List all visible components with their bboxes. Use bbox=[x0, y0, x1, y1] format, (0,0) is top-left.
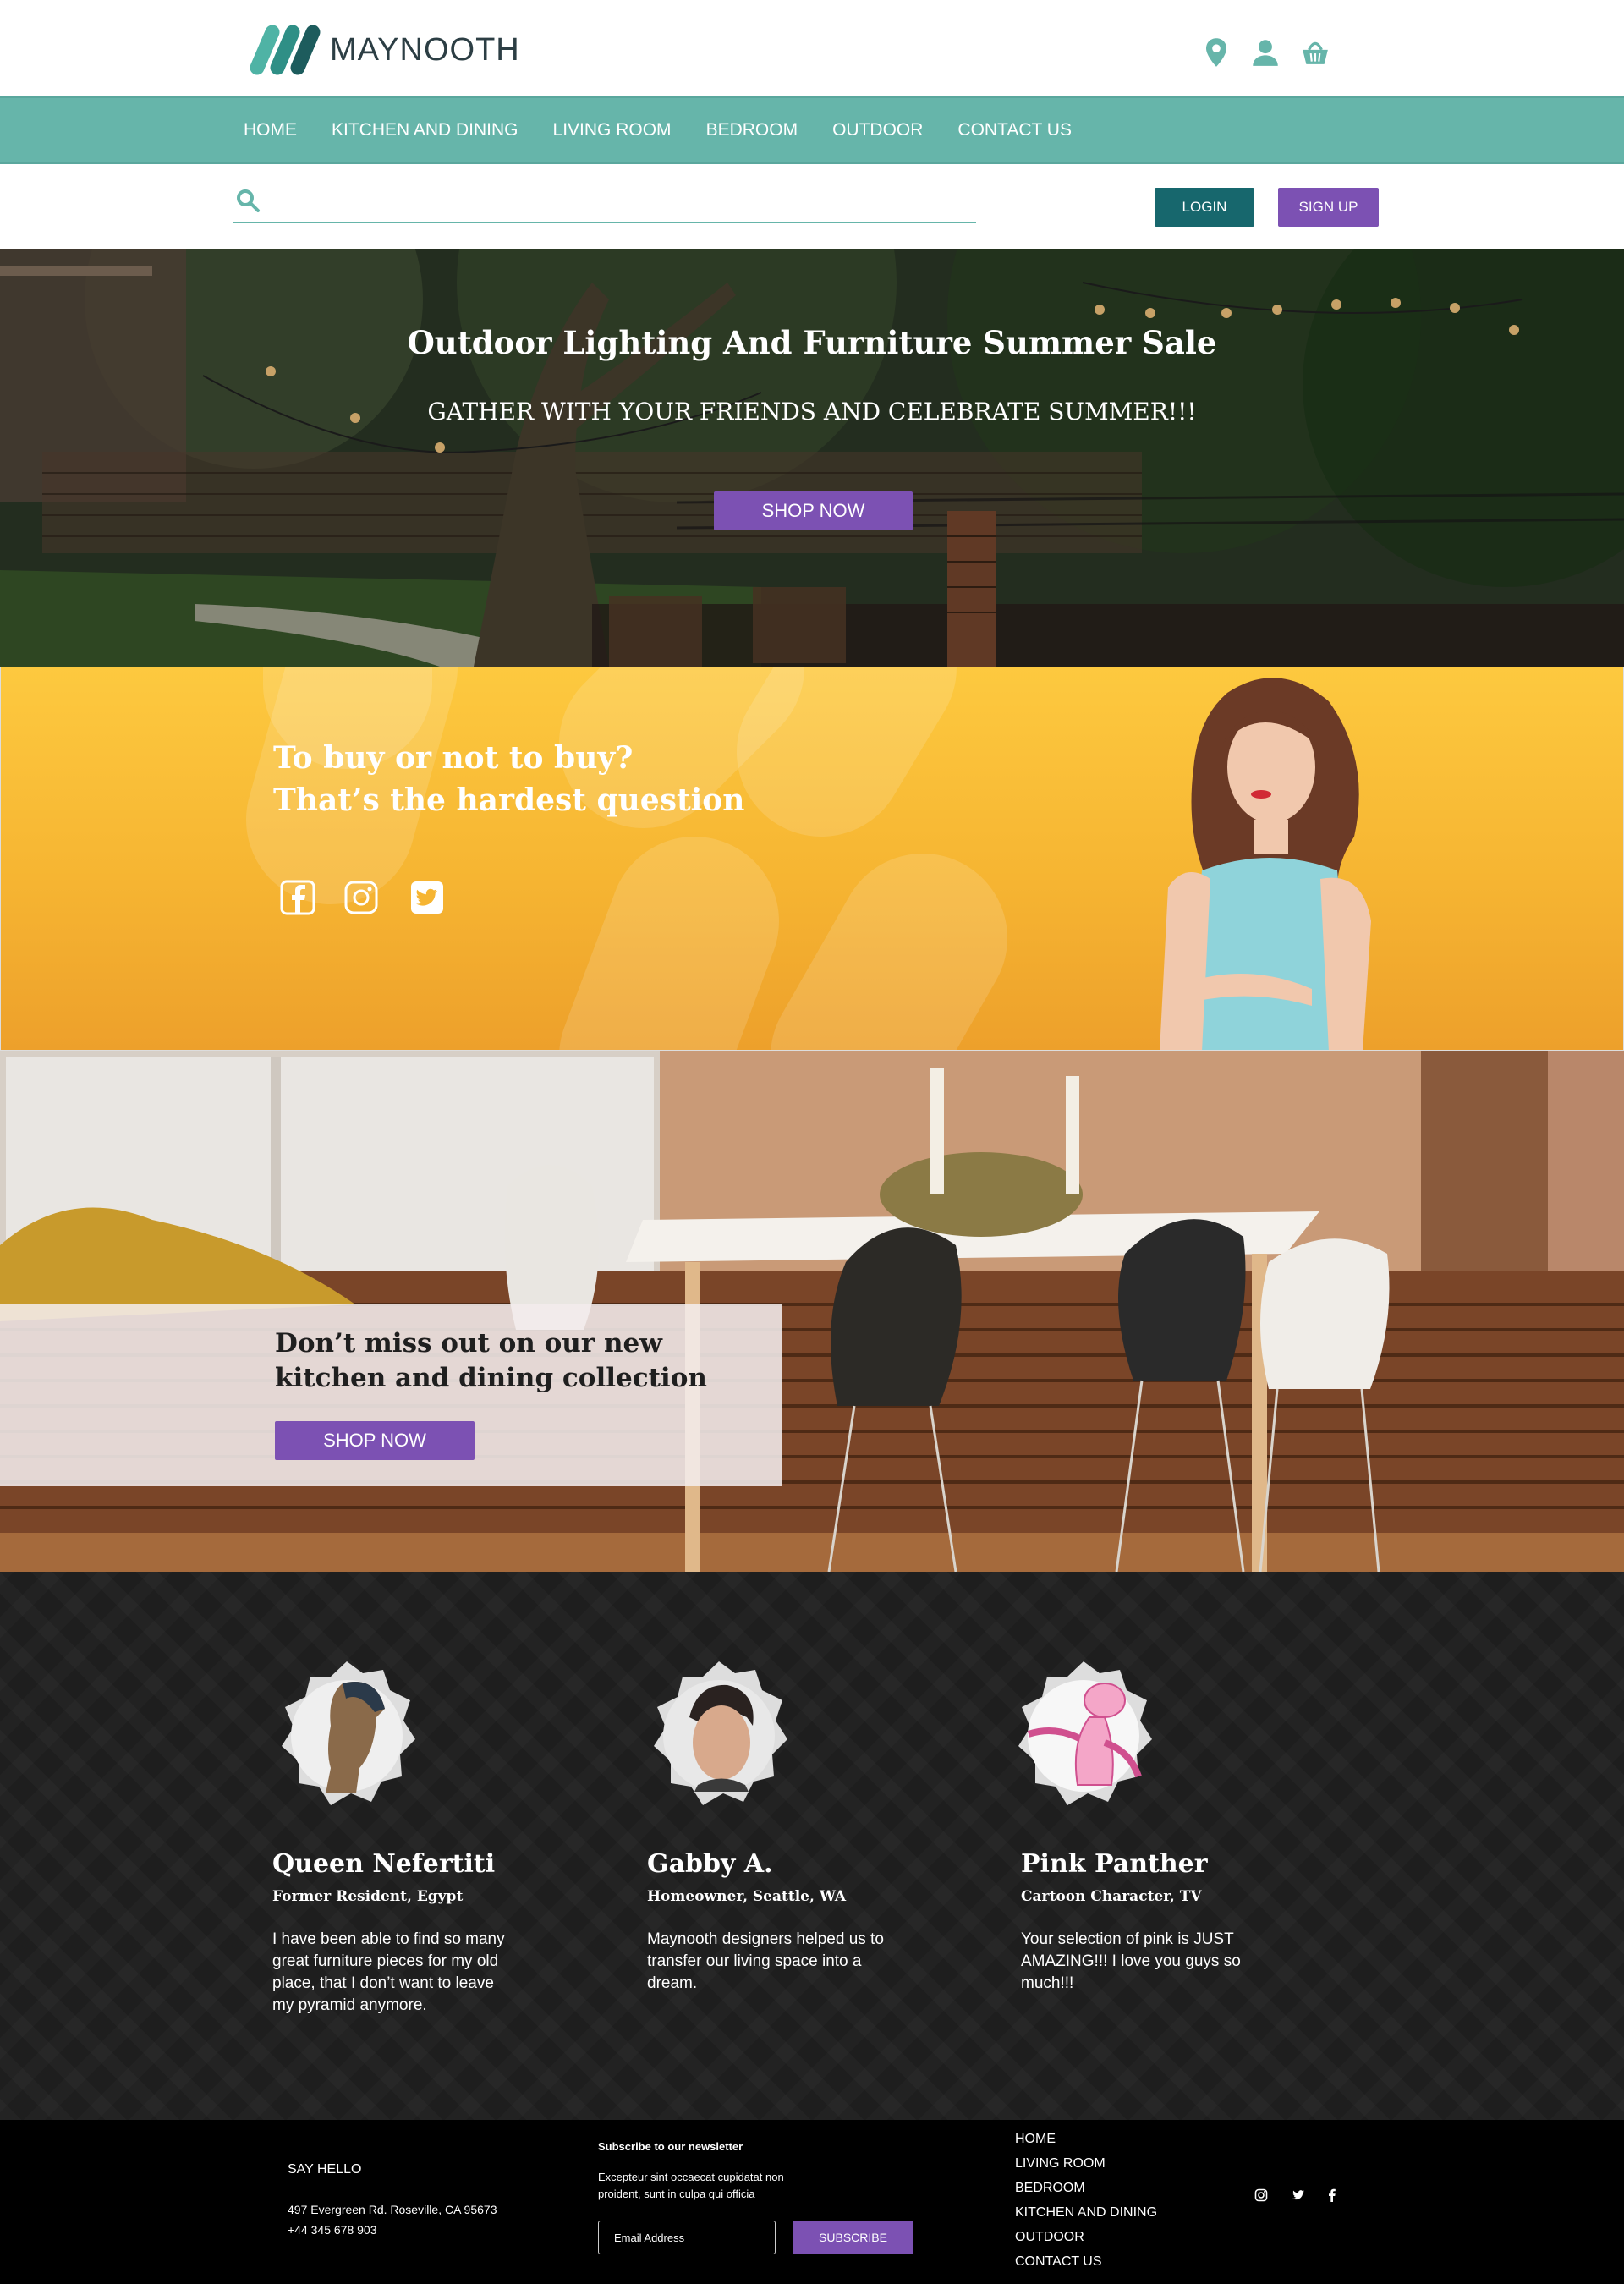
nav-list: HOME KITCHEN AND DINING LIVING ROOM BEDR… bbox=[244, 98, 1106, 162]
footer-address: 497 Evergreen Rd. Roseville, CA 95673 bbox=[288, 2203, 497, 2216]
testimonials-section bbox=[0, 1572, 1624, 2120]
footer-phone: +44 345 678 903 bbox=[288, 2223, 377, 2237]
testimonial-quote: I have been able to find so many great f… bbox=[272, 1929, 505, 2017]
nav-home[interactable]: HOME bbox=[244, 120, 297, 140]
footer-link-home[interactable]: HOME bbox=[1015, 2132, 1056, 2147]
testimonial-quote: Maynooth designers helped us to transfer… bbox=[647, 1929, 884, 1995]
testimonial-quote: Your selection of pink is JUST AMAZING!!… bbox=[1021, 1929, 1241, 1995]
footer-link-living-room[interactable]: LIVING ROOM bbox=[1015, 2156, 1106, 2171]
footer-facebook-icon[interactable] bbox=[1325, 2188, 1339, 2202]
footer-link-contact-us[interactable]: CONTACT US bbox=[1015, 2254, 1102, 2270]
promo-headline-line1: To buy or not to buy? bbox=[273, 740, 634, 776]
nav-bedroom[interactable]: BEDROOM bbox=[706, 120, 798, 140]
hero-shop-now-button[interactable]: SHOP NOW bbox=[714, 491, 913, 530]
footer-twitter-icon[interactable] bbox=[1292, 2188, 1305, 2202]
instagram-icon[interactable] bbox=[343, 880, 379, 915]
hero-background-image bbox=[0, 249, 1624, 667]
quote-line: great furniture pieces for my old bbox=[272, 1952, 499, 1970]
promo-headline-line2: That’s the hardest question bbox=[273, 782, 745, 818]
hero-subtitle: GATHER WITH YOUR FRIENDS AND CELEBRATE S… bbox=[427, 398, 1197, 426]
signup-button[interactable]: SIGN UP bbox=[1278, 188, 1379, 227]
quote-line: place, that I don’t want to leave bbox=[272, 1974, 494, 1992]
user-icon[interactable] bbox=[1251, 37, 1280, 68]
newsletter-email-input[interactable] bbox=[598, 2221, 776, 2254]
newsletter-description: Excepteur sint occaecat cupidatat non pr… bbox=[598, 2171, 784, 2200]
footer-link-kitchen-dining[interactable]: KITCHEN AND DINING bbox=[1015, 2205, 1157, 2221]
quote-line: AMAZING!!! I love you guys so bbox=[1021, 1952, 1241, 1970]
testimonial-name: Queen Nefertiti bbox=[272, 1849, 496, 1879]
facebook-icon[interactable] bbox=[280, 880, 315, 915]
dining-headline-line2: kitchen and dining collection bbox=[275, 1363, 707, 1393]
newsletter-title: Subscribe to our newsletter bbox=[598, 2140, 743, 2153]
shopping-basket-icon[interactable] bbox=[1301, 37, 1330, 68]
nav-kitchen-dining[interactable]: KITCHEN AND DINING bbox=[332, 120, 518, 140]
footer-link-bedroom[interactable]: BEDROOM bbox=[1015, 2181, 1085, 2196]
quote-line: transfer our living space into a bbox=[647, 1952, 862, 1970]
quote-line: Maynooth designers helped us to bbox=[647, 1930, 884, 1948]
dining-headline-line1: Don’t miss out on our new bbox=[275, 1328, 662, 1359]
brand-name[interactable]: MAYNOOTH bbox=[330, 32, 520, 69]
footer-instagram-icon[interactable] bbox=[1254, 2188, 1268, 2202]
testimonial-role: Cartoon Character, TV bbox=[1021, 1888, 1202, 1905]
main-nav: HOME KITCHEN AND DINING LIVING ROOM BEDR… bbox=[0, 96, 1624, 164]
testimonial-role: Former Resident, Egypt bbox=[272, 1888, 464, 1905]
quote-line: I have been able to find so many bbox=[272, 1930, 505, 1948]
quote-line: my pyramid anymore. bbox=[272, 1996, 427, 2014]
hero-title: Outdoor Lighting And Furniture Summer Sa… bbox=[407, 324, 1217, 361]
login-button[interactable]: LOGIN bbox=[1155, 188, 1254, 227]
search-icon bbox=[237, 189, 260, 212]
promo-banner bbox=[0, 667, 1624, 1051]
subscribe-button[interactable]: SUBSCRIBE bbox=[793, 2221, 914, 2254]
avatar-gabby bbox=[654, 1661, 787, 1805]
top-header bbox=[0, 0, 1624, 96]
avatar-nefertiti bbox=[282, 1661, 415, 1805]
woman-thinking-image bbox=[1160, 678, 1371, 1050]
nav-living-room[interactable]: LIVING ROOM bbox=[553, 120, 672, 140]
dining-shop-now-button[interactable]: SHOP NOW bbox=[275, 1421, 475, 1460]
location-pin-icon[interactable] bbox=[1202, 37, 1231, 68]
quote-line: Your selection of pink is JUST bbox=[1021, 1930, 1234, 1948]
twitter-icon[interactable] bbox=[409, 880, 445, 915]
testimonial-name: Gabby A. bbox=[647, 1849, 773, 1879]
testimonial-role: Homeowner, Seattle, WA bbox=[647, 1888, 847, 1905]
hero-banner bbox=[0, 249, 1624, 667]
search-input[interactable] bbox=[233, 183, 976, 223]
avatar-pink-panther bbox=[1018, 1661, 1152, 1805]
testimonial-name: Pink Panther bbox=[1021, 1849, 1208, 1879]
nav-contact-us[interactable]: CONTACT US bbox=[957, 120, 1072, 140]
quote-line: much!!! bbox=[1021, 1974, 1074, 1992]
quote-line: dream. bbox=[647, 1974, 698, 1992]
logo-mark[interactable] bbox=[245, 24, 321, 76]
footer-link-outdoor[interactable]: OUTDOOR bbox=[1015, 2230, 1084, 2245]
nav-outdoor[interactable]: OUTDOOR bbox=[832, 120, 923, 140]
footer-say-hello: SAY HELLO bbox=[288, 2162, 362, 2177]
